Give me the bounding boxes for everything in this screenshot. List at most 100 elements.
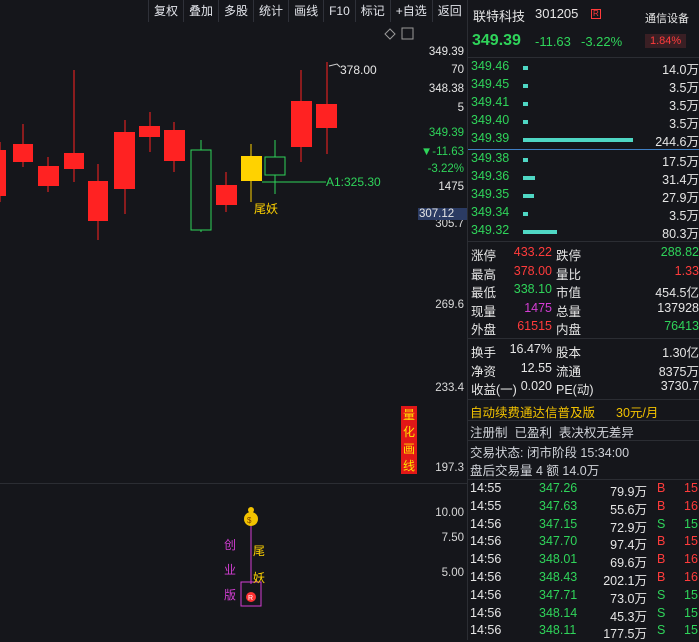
order-volume-bar	[523, 230, 558, 234]
tick-row: 14:56 347.71 73.0万 S 15	[468, 588, 699, 606]
quote-value: 454.5亿	[655, 286, 699, 301]
tick-count: 16	[684, 498, 698, 513]
tick-side: S	[657, 587, 666, 602]
sector-button[interactable]: 通信设备	[645, 10, 689, 26]
order-volume-bar	[523, 194, 534, 198]
promo-price: 30元/月	[616, 406, 659, 420]
price-axis-label: ▼-11.63	[420, 146, 464, 158]
board-tag: 创 业 版	[224, 536, 238, 603]
tick-volume: 72.9万	[610, 520, 647, 535]
quant-tag-char: 量	[402, 408, 415, 422]
order-volume: 17.5万	[662, 155, 699, 169]
quote-value: 76413	[664, 319, 699, 334]
quote-value: 1.33	[674, 263, 699, 278]
toolbar-button[interactable]: 画线	[288, 0, 323, 22]
quant-tag-char: 画	[402, 442, 415, 456]
toolbar-button[interactable]: 标记	[354, 0, 390, 22]
order-book-row[interactable]: 349.34 3.5万	[468, 205, 699, 223]
tick-row: 14:56 348.01 69.6万 B 16	[468, 552, 699, 570]
tick-side: B	[657, 498, 666, 513]
order-price: 349.41	[471, 95, 510, 109]
toolbar-button[interactable]: 叠加	[183, 0, 218, 22]
tick-count: 15	[684, 534, 698, 549]
candlestick-chart[interactable]: A1:325.30 378.00 尾妖	[0, 22, 418, 482]
board-tag-char: 业	[224, 563, 237, 577]
quote-panel: 联特科技 301205 R 通信设备 349.39 -11.63 -3.22% …	[468, 0, 699, 641]
toolbar-button[interactable]: +自选	[389, 0, 432, 22]
order-book-row[interactable]: 349.38 17.5万	[468, 151, 699, 169]
toolbar-button[interactable]: 统计	[253, 0, 288, 22]
tick-price: 348.01	[539, 552, 578, 567]
toolbar-button[interactable]: 多股	[218, 0, 253, 22]
pattern-tag-char: 尾	[253, 544, 266, 558]
finance-value: 0.020	[520, 379, 552, 394]
finance-value: 16.47%	[509, 342, 552, 356]
price-axis-label: 269.6	[435, 299, 464, 311]
candle	[88, 181, 108, 221]
order-price: 349.45	[471, 77, 510, 91]
candle	[114, 132, 135, 189]
quote-label: 涨停	[471, 249, 497, 263]
candle	[0, 150, 6, 196]
order-price: 349.36	[471, 169, 510, 183]
separator	[468, 479, 699, 480]
order-volume: 3.5万	[669, 209, 699, 223]
tick-time: 14:56	[470, 623, 502, 638]
price-axis-label: 349.39	[428, 46, 464, 58]
finance-label: 净资	[471, 364, 497, 379]
order-book-row[interactable]: 349.46 14.0万	[468, 59, 699, 77]
tick-time: 14:55	[470, 481, 502, 495]
stock-code: 301205	[535, 6, 579, 21]
tick-price: 347.70	[539, 534, 578, 549]
order-volume-bar	[523, 66, 528, 70]
tick-row: 14:55 347.63 55.6万 B 16	[468, 499, 699, 517]
tick-row: 14:56 348.11 177.5万 S 15	[468, 623, 699, 641]
toolbar-button[interactable]: 复权	[148, 0, 183, 22]
quote-value: 338.10	[513, 282, 552, 297]
toolbar-button[interactable]: F10	[323, 0, 355, 22]
candle	[13, 144, 33, 162]
order-price: 349.32	[471, 223, 510, 237]
tick-volume: 79.9万	[610, 485, 647, 499]
separator	[468, 338, 699, 339]
high-marker-arrow	[328, 63, 341, 68]
quote-value: 137928	[657, 300, 699, 315]
order-book-row[interactable]: 349.41 3.5万	[468, 95, 699, 113]
candle	[264, 156, 286, 176]
r-badge-icon: R	[591, 9, 601, 19]
quote-label: 最低	[471, 286, 497, 301]
indicator-panel: R $	[240, 507, 262, 607]
tick-row: 14:56 347.70 97.4万 B 15	[468, 534, 699, 552]
order-book-row[interactable]: 349.32 80.3万	[468, 223, 699, 241]
order-volume: 80.3万	[662, 227, 699, 241]
candle	[241, 156, 262, 181]
order-price: 349.35	[471, 187, 510, 201]
promo-banner[interactable]: 自动续费通达信普及版 30元/月	[468, 402, 699, 420]
toolbar-button[interactable]: 返回	[431, 0, 467, 22]
order-book-row[interactable]: 349.39 244.6万	[468, 131, 699, 149]
quant-drawing-tag[interactable]: 量 化 画 线	[401, 406, 417, 474]
price-axis-label: 349.39	[428, 127, 464, 139]
order-volume: 31.4万	[662, 173, 699, 187]
tick-time: 14:56	[470, 587, 502, 602]
order-book-row[interactable]: 349.40 3.5万	[468, 113, 699, 131]
order-book-row[interactable]: 349.35 27.9万	[468, 187, 699, 205]
order-volume: 244.6万	[655, 135, 699, 149]
tick-time: 14:55	[470, 498, 502, 513]
pattern-label: 尾妖	[254, 202, 278, 216]
quote-label: 现量	[471, 304, 497, 319]
order-book-row[interactable]: 349.36 31.4万	[468, 169, 699, 187]
quote-label: 市值	[556, 286, 582, 301]
tick-count: 15	[684, 623, 698, 638]
tick-count: 15	[684, 605, 698, 620]
quote-row: 最高 378.00 量比 1.33	[468, 264, 699, 282]
order-volume: 3.5万	[669, 99, 699, 113]
tick-count: 15	[684, 516, 698, 531]
order-volume-bar	[523, 84, 528, 88]
stock-header: 联特科技 301205 R 通信设备	[468, 6, 699, 26]
order-book-row[interactable]: 349.45 3.5万	[468, 77, 699, 95]
order-volume-bar	[523, 120, 528, 124]
tick-price: 348.14	[539, 605, 578, 620]
tick-time: 14:56	[470, 605, 502, 620]
order-price: 349.39	[471, 131, 510, 145]
